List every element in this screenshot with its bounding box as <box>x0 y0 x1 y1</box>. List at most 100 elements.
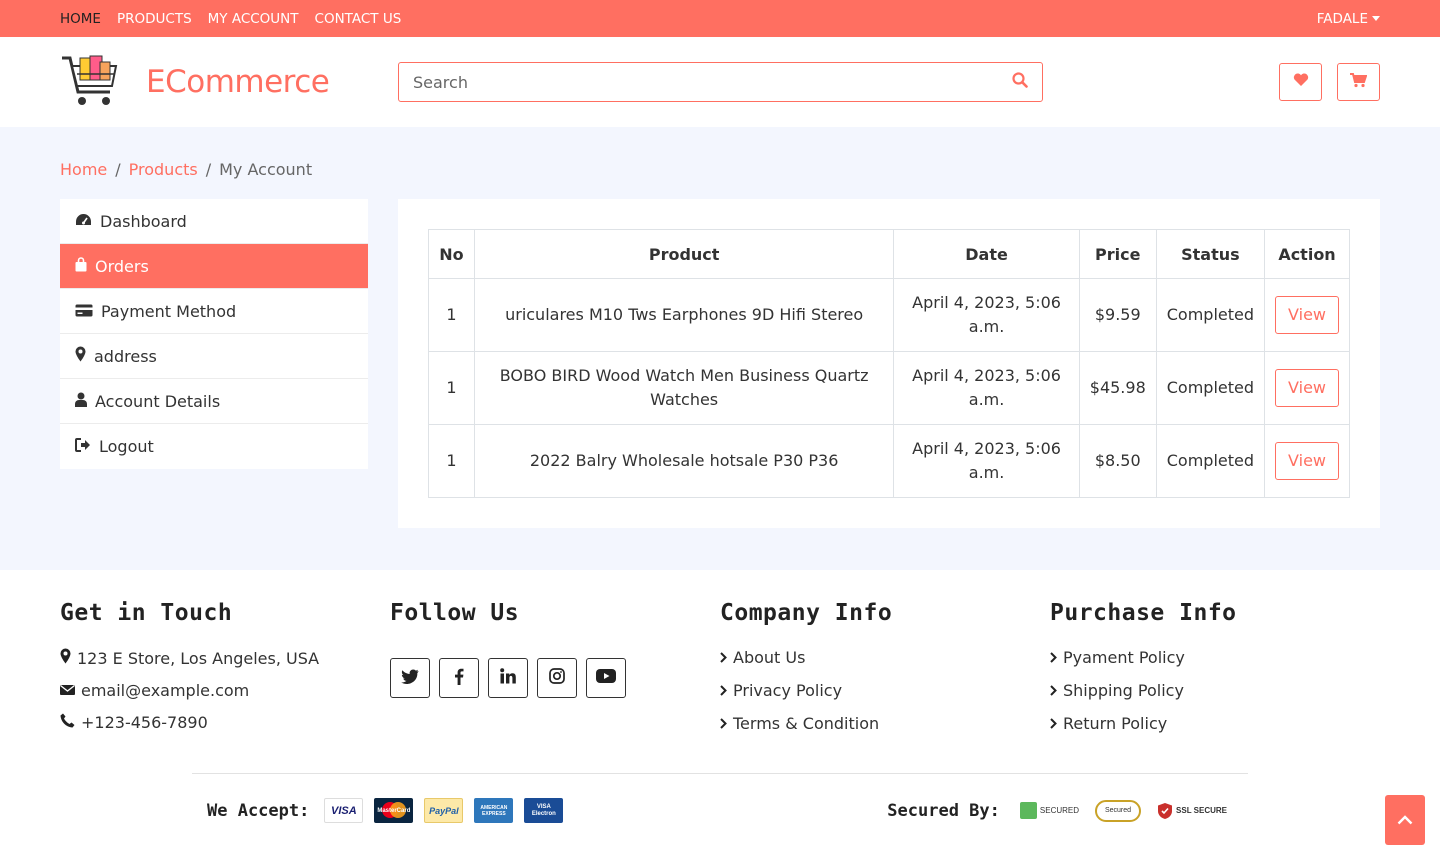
map-marker-icon <box>75 346 86 366</box>
order-price: $45.98 <box>1078 351 1157 425</box>
breadcrumb-products[interactable]: Products <box>129 160 198 179</box>
secured-by-label: Secured By: <box>887 800 1000 821</box>
paypal-secured-text: Secured <box>1095 799 1142 822</box>
order-status: Completed <box>1155 278 1266 352</box>
sidebar-item-payment-method[interactable]: Payment Method <box>60 289 368 334</box>
orders-table: No Product Date Price Status Action 1 ur… <box>428 229 1350 498</box>
user-icon <box>75 392 87 411</box>
footer-link-about-us[interactable]: About Us <box>720 648 1050 667</box>
view-order-button[interactable]: View <box>1275 369 1339 407</box>
search-icon[interactable] <box>1012 72 1028 92</box>
header-actions <box>1279 63 1380 101</box>
mastercard-text: MasterCard <box>377 807 411 814</box>
search-box <box>398 62 1043 102</box>
view-order-button[interactable]: View <box>1275 442 1339 480</box>
orders-panel: No Product Date Price Status Action 1 ur… <box>398 199 1380 528</box>
footer-link-shipping-policy[interactable]: Shipping Policy <box>1050 681 1380 700</box>
cart-button[interactable] <box>1337 63 1380 101</box>
sidebar-item-account-details[interactable]: Account Details <box>60 379 368 424</box>
footer-link-privacy-policy[interactable]: Privacy Policy <box>720 681 1050 700</box>
visa-electron-logo: VISA Electron <box>524 798 564 823</box>
shopping-bag-icon <box>75 256 87 276</box>
ssl-secure-text: SSL SECURE <box>1176 805 1227 815</box>
visa-card-logo: VISA <box>324 798 364 823</box>
nav-home[interactable]: HOME <box>60 11 101 27</box>
top-nav: HOME PRODUCTS MY ACCOUNT CONTACT US <box>60 11 401 27</box>
order-product: BOBO BIRD Wood Watch Men Business Quartz… <box>473 351 895 425</box>
user-dropdown[interactable]: FADALE <box>1317 11 1380 27</box>
sidebar-item-label: Orders <box>95 256 149 276</box>
chevron-up-icon <box>1397 811 1413 829</box>
footer-link-label: Privacy Policy <box>733 681 843 700</box>
chevron-right-icon <box>720 648 727 667</box>
back-to-top-button[interactable] <box>1385 795 1425 845</box>
map-marker-icon <box>60 648 71 668</box>
secured-badge: SECURED <box>1019 799 1080 823</box>
account-content: Dashboard Orders Payment Method address <box>60 199 1380 528</box>
contact-phone: +123-456-7890 <box>60 713 390 732</box>
youtube-button[interactable] <box>586 658 626 698</box>
sidebar-item-label: Dashboard <box>100 211 187 231</box>
footer-follow-us: Follow Us <box>390 600 720 747</box>
twitter-button[interactable] <box>390 658 430 698</box>
breadcrumb-separator: / <box>205 159 212 179</box>
footer-get-in-touch: Get in Touch 123 E Store, Los Angeles, U… <box>60 600 390 747</box>
mastercard-logo: MasterCard <box>374 798 414 823</box>
column-header: No <box>428 229 475 279</box>
sidebar-item-address[interactable]: address <box>60 334 368 379</box>
footer-link-terms[interactable]: Terms & Condition <box>720 714 1050 733</box>
order-status: Completed <box>1155 424 1266 498</box>
chevron-right-icon <box>720 681 727 700</box>
order-no: 1 <box>428 278 475 352</box>
sidebar-item-orders[interactable]: Orders <box>60 244 368 289</box>
logo[interactable]: ECommerce <box>60 52 398 112</box>
linkedin-button[interactable] <box>488 658 528 698</box>
chevron-right-icon <box>720 714 727 733</box>
instagram-button[interactable] <box>537 658 577 698</box>
footer-heading: Company Info <box>720 600 893 626</box>
order-date: April 4, 2023, 5:06 a.m. <box>893 424 1080 498</box>
we-accept-label: We Accept: <box>207 800 310 821</box>
column-header: Product <box>473 229 895 279</box>
contact-email-text[interactable]: email@example.com <box>81 681 249 700</box>
table-header-row: No Product Date Price Status Action <box>428 229 1350 279</box>
order-no: 1 <box>428 351 475 425</box>
contact-address-text: 123 E Store, Los Angeles, USA <box>77 648 320 668</box>
facebook-icon <box>454 668 464 689</box>
nav-my-account[interactable]: MY ACCOUNT <box>208 11 299 27</box>
view-order-button[interactable]: View <box>1275 296 1339 334</box>
table-row: 1 2022 Balry Wholesale hotsale P30 P36 A… <box>428 424 1350 498</box>
heart-icon <box>1293 73 1309 91</box>
sidebar-item-dashboard[interactable]: Dashboard <box>60 199 368 244</box>
footer-company-info: Company Info About Us Privacy Policy Ter… <box>720 600 1050 747</box>
sidebar-item-label: address <box>94 346 157 366</box>
contact-phone-text[interactable]: +123-456-7890 <box>81 713 208 732</box>
top-bar: HOME PRODUCTS MY ACCOUNT CONTACT US FADA… <box>0 0 1440 37</box>
nav-contact-us[interactable]: CONTACT US <box>315 11 402 27</box>
order-date: April 4, 2023, 5:06 a.m. <box>893 351 1080 425</box>
wishlist-button[interactable] <box>1279 63 1322 101</box>
shopping-cart-icon <box>1350 72 1368 92</box>
footer: Get in Touch 123 E Store, Los Angeles, U… <box>0 570 1440 850</box>
column-header: Action <box>1264 229 1350 279</box>
column-header: Status <box>1155 229 1266 279</box>
order-no: 1 <box>428 424 475 498</box>
footer-link-label: Return Policy <box>1063 714 1168 733</box>
secured-badge-text: SECURED <box>1039 806 1080 815</box>
contact-address: 123 E Store, Los Angeles, USA <box>60 648 390 668</box>
order-action: View <box>1264 424 1350 498</box>
sidebar-item-logout[interactable]: Logout <box>60 424 368 469</box>
search-input[interactable] <box>413 72 973 92</box>
envelope-icon <box>60 681 75 700</box>
chevron-right-icon <box>1050 648 1057 667</box>
order-product: uriculares M10 Tws Earphones 9D Hifi Ste… <box>473 278 895 352</box>
nav-products[interactable]: PRODUCTS <box>117 11 192 27</box>
footer-link-payment-policy[interactable]: Pyament Policy <box>1050 648 1380 667</box>
column-header: Date <box>893 229 1080 279</box>
breadcrumb-separator: / <box>115 159 121 179</box>
facebook-button[interactable] <box>439 658 479 698</box>
payment-methods: We Accept: VISA MasterCard PayPal AMERIC… <box>207 798 564 823</box>
breadcrumb-home[interactable]: Home <box>60 160 107 179</box>
footer-link-return-policy[interactable]: Return Policy <box>1050 714 1380 733</box>
amex-logo: AMERICAN EXPRESS <box>474 798 514 823</box>
